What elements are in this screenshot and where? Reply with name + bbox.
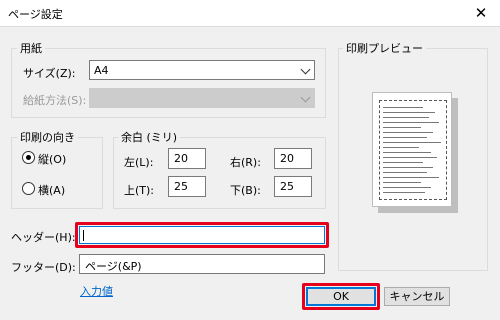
margin-bottom-label: 下(B): [230,184,261,197]
footer-label: フッター(D): [11,261,76,274]
preview-group-label: 印刷プレビュー [343,40,426,56]
portrait-label: 縦(O) [38,153,67,166]
orientation-group-label: 印刷の向き [17,129,78,145]
window-title: ページ設定 [8,8,63,21]
paper-group-label: 用紙 [17,40,45,56]
radio-selected-dot [26,155,31,160]
text-cursor [83,230,84,241]
portrait-radio[interactable] [22,151,35,164]
chevron-down-icon [300,64,311,75]
portrait-radio-option[interactable]: 縦(O) [22,150,82,166]
margins-group-label: 余白 (ミリ) [118,129,181,145]
landscape-radio-option[interactable]: 横(A) [22,181,82,197]
landscape-label: 横(A) [38,184,66,197]
preview-page [372,92,452,207]
landscape-radio[interactable] [22,182,35,195]
paper-size-label: サイズ(Z): [23,67,76,80]
preview-margin-guide [379,100,447,200]
margin-right-input[interactable]: 20 [274,148,312,169]
paper-size-select[interactable]: A4 [89,60,315,80]
margin-top-label: 上(T): [124,184,155,197]
orientation-group [11,137,103,209]
header-label: ヘッダー(H): [11,231,76,244]
cancel-button[interactable]: キャンセル [384,287,450,306]
title-bar: ページ設定 ✕ [0,0,500,26]
close-icon[interactable]: ✕ [470,3,492,23]
footer-input[interactable]: ページ(&P) [79,254,325,274]
margin-top-input[interactable]: 25 [168,176,206,197]
margin-left-label: 左(L): [124,156,154,169]
margin-bottom-input[interactable]: 25 [274,176,312,197]
header-input[interactable] [79,226,325,244]
paper-source-label: 給紙方法(S): [23,94,87,107]
paper-size-value: A4 [94,64,109,77]
margin-right-label: 右(R): [230,156,261,169]
chevron-down-icon [300,92,311,103]
input-value-link[interactable]: 入力値 [80,283,113,299]
margin-left-input[interactable]: 20 [168,148,206,169]
paper-source-select[interactable] [89,88,315,108]
ok-button[interactable]: OK [306,287,376,306]
